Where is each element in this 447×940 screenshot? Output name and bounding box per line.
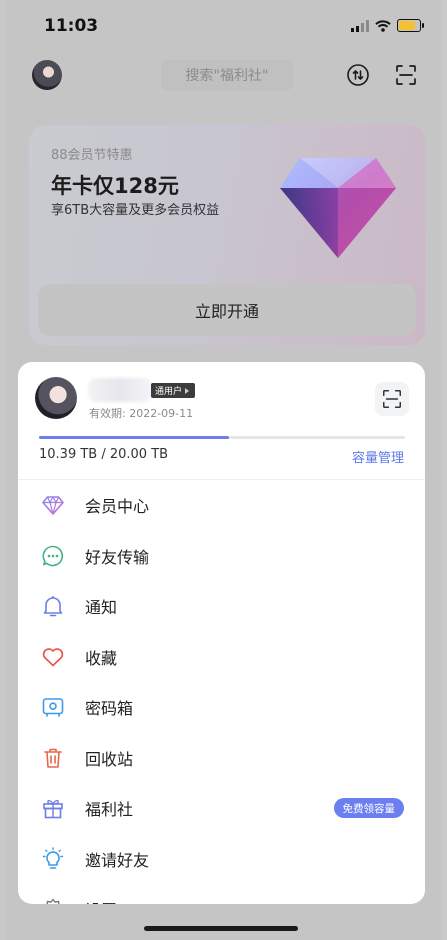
user-level-badge[interactable]: 通用户 bbox=[151, 383, 196, 398]
menu-item-invite-friends[interactable]: 邀请好友 bbox=[18, 834, 425, 885]
menu-label: 邀请好友 bbox=[85, 850, 150, 870]
chat-bubble-icon bbox=[42, 545, 64, 567]
status-time: 11:03 bbox=[44, 16, 99, 36]
storage-progress-fill bbox=[39, 436, 230, 439]
promo-subtitle: 88会员节特惠 bbox=[51, 148, 133, 163]
chevron-right-icon bbox=[185, 387, 190, 394]
menu-item-settings[interactable]: 设置 bbox=[18, 884, 425, 904]
menu-label: 设置 bbox=[85, 897, 117, 904]
activate-button[interactable]: 立即开通 bbox=[38, 284, 416, 336]
menu-item-favorites[interactable]: 收藏 bbox=[18, 632, 425, 683]
profile-avatar[interactable] bbox=[35, 377, 77, 419]
promo-title: 年卡仅128元 bbox=[51, 174, 179, 198]
cellular-signal-icon bbox=[351, 19, 369, 32]
search-input[interactable]: 搜索"福利社" bbox=[161, 60, 293, 90]
scan-icon[interactable] bbox=[394, 63, 418, 87]
menu-label: 福利社 bbox=[85, 800, 134, 820]
home-indicator bbox=[144, 926, 298, 931]
battery-icon bbox=[397, 19, 424, 32]
menu-item-notifications[interactable]: 通知 bbox=[18, 581, 425, 632]
diamond-icon bbox=[42, 496, 64, 516]
search-placeholder: 搜索"福利社" bbox=[185, 68, 269, 84]
menu-item-welfare[interactable]: 福利社 免费领容量 bbox=[18, 783, 425, 834]
menu-item-recycle-bin[interactable]: 回收站 bbox=[18, 733, 425, 784]
scan-button[interactable] bbox=[375, 382, 409, 416]
membership-promo-card[interactable]: 88会员节特惠 年卡仅128元 享6TB大容量及更多会员权益 立即开通 bbox=[28, 124, 426, 346]
heart-icon bbox=[42, 647, 64, 667]
menu-item-safe-box[interactable]: 密码箱 bbox=[18, 682, 425, 733]
menu-item-member-center[interactable]: 会员中心 bbox=[18, 480, 425, 531]
bell-icon bbox=[43, 596, 63, 617]
username-blurred bbox=[88, 378, 152, 402]
storage-progress-bar bbox=[39, 436, 405, 439]
profile-sheet: 通用户 有效期: 2022-09-11 10.39 TB / 20.00 TB … bbox=[18, 362, 425, 904]
transfer-icon[interactable] bbox=[346, 63, 370, 87]
status-icons bbox=[351, 19, 424, 32]
menu-item-friend-transfer[interactable]: 好友传输 bbox=[18, 531, 425, 582]
gear-icon bbox=[46, 899, 60, 904]
trash-icon bbox=[44, 748, 62, 768]
scan-icon bbox=[383, 390, 401, 408]
menu-label: 密码箱 bbox=[85, 699, 134, 719]
storage-manage-link[interactable]: 容量管理 bbox=[352, 447, 404, 466]
gift-icon bbox=[43, 800, 63, 819]
wifi-icon bbox=[375, 19, 391, 32]
diamond-icon bbox=[280, 158, 396, 258]
free-storage-badge[interactable]: 免费领容量 bbox=[333, 798, 404, 819]
screen-frame: 11:03 搜索"福利社" 88会员节特惠 年卡仅128元 享6TB大容量及更多… bbox=[0, 0, 447, 940]
activate-button-label: 立即开通 bbox=[194, 302, 259, 321]
menu-list: 会员中心 好友传输 通知 收藏 密码箱 回收站 福利社 免费领容量 邀请好友 bbox=[18, 480, 425, 904]
menu-label: 回收站 bbox=[85, 749, 134, 769]
membership-validity: 有效期: 2022-09-11 bbox=[89, 407, 194, 420]
avatar[interactable] bbox=[32, 60, 62, 90]
lightbulb-icon bbox=[42, 847, 64, 869]
menu-label: 会员中心 bbox=[85, 497, 150, 517]
promo-description: 享6TB大容量及更多会员权益 bbox=[51, 203, 220, 218]
storage-usage-text: 10.39 TB / 20.00 TB bbox=[39, 447, 169, 462]
menu-label: 通知 bbox=[85, 598, 118, 618]
safe-icon bbox=[42, 698, 64, 718]
user-level-label: 通用户 bbox=[155, 387, 183, 397]
menu-label: 好友传输 bbox=[85, 547, 150, 567]
menu-label: 收藏 bbox=[85, 648, 118, 668]
